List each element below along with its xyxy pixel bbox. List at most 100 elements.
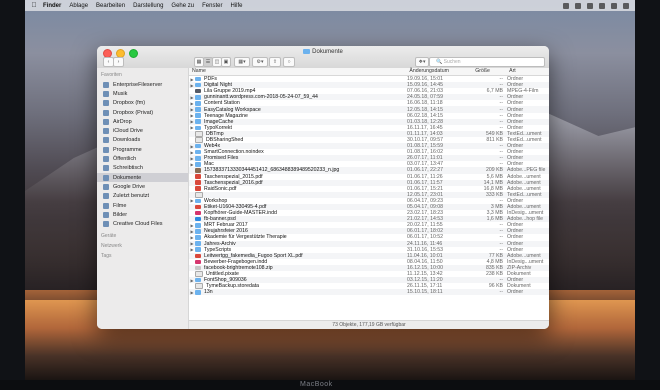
file-date: 06.04.17, 09:23 — [407, 197, 444, 204]
file-size: -- — [499, 222, 503, 229]
sidebar-item[interactable]: Programme — [97, 145, 188, 154]
file-date: 26.07.17, 11:01 — [407, 155, 443, 162]
arrange-button[interactable]: ▦▾ — [234, 57, 250, 67]
sidebar-item[interactable]: iCloud Drive — [97, 126, 188, 135]
finder-window: Dokumente ‹ › ▦ ☰ ◫ ▣ ▦▾ ⚙▾ ⇧ ○ ❖▾ 🔍 Suc… — [97, 46, 549, 329]
tags-button[interactable]: ○ — [283, 57, 295, 67]
file-size: 4,8 MB — [486, 258, 503, 265]
sidebar-item-label: Bilder — [113, 211, 128, 218]
file-kind: Ordner — [507, 94, 524, 101]
file-size: 549 KB — [485, 130, 503, 137]
notification-center-icon[interactable] — [623, 2, 629, 9]
menu-hilfe[interactable]: Hilfe — [230, 3, 242, 9]
sidebar-item[interactable]: Google Drive — [97, 182, 188, 191]
file-kind: Ordner — [507, 82, 524, 89]
spotlight-icon[interactable] — [611, 2, 617, 9]
sidebar-item[interactable]: Dropbox (Privat) — [97, 108, 188, 117]
file-kind: Ordner — [507, 289, 524, 296]
file-name: ImageCache — [204, 118, 234, 125]
file-date: 23.02.17, 18:23 — [407, 210, 444, 217]
sidebar-item[interactable]: Creative Cloud Files — [97, 219, 188, 228]
file-kind: Ordner — [507, 240, 524, 247]
file-date: 19.09.16, 15:01 — [407, 76, 444, 83]
sidebar-item[interactable]: Downloads — [97, 136, 188, 145]
file-rows: ▶ PDFs 19.09.16, 15:01 -- Ordner ▶ Digital Nig… — [189, 76, 549, 296]
sidebar-item[interactable]: Musik — [97, 89, 188, 98]
file-name: Taschenspezial_2016.pdf — [204, 179, 263, 186]
share-button[interactable]: ⇧ — [269, 57, 281, 67]
file-name: Lila Gruppe 2019.mp4 — [204, 88, 256, 95]
file-kind: Ordner — [507, 124, 524, 131]
file-date: 12.05.18, 14:15 — [407, 106, 444, 113]
sidebar-item-label: Zuletzt benutzt — [113, 193, 150, 200]
file-kind: Ordner — [507, 112, 524, 119]
server-icon — [103, 81, 109, 88]
sidebar-item[interactable]: AirDrop — [97, 117, 188, 126]
file-name: 13n — [204, 289, 213, 296]
file-name-cell: ▶ Promised Files — [189, 155, 407, 161]
file-name: MRT Februar 2017 — [204, 222, 248, 229]
sidebar-item[interactable]: Filme — [97, 201, 188, 210]
pdf-icon — [195, 204, 201, 210]
volume-icon[interactable] — [587, 2, 593, 9]
file-name-cell: ▶ Mac — [189, 161, 407, 167]
folder-icon — [195, 101, 201, 106]
file-size: -- — [499, 155, 503, 162]
file-kind: Ordner — [507, 277, 524, 284]
status-bar: 73 Objekte, 177,19 GB verfügbar — [189, 320, 549, 329]
dropbox-status-icon[interactable] — [563, 2, 569, 9]
column-header-kind[interactable]: Art — [506, 68, 549, 75]
file-date: 16.11.17, 16:45 — [407, 124, 443, 131]
file-name: PDFs — [204, 76, 217, 83]
menu-finder[interactable]: Finder — [43, 3, 61, 9]
sidebar-item-label: Dropbox (Privat) — [113, 109, 154, 116]
psd-icon — [195, 216, 201, 222]
file-kind: MPEG-4-Film — [507, 88, 539, 95]
column-header-size[interactable]: Größe — [472, 68, 506, 75]
file-name-cell: ▶ Workshop — [189, 198, 407, 204]
file-date: 03.12.15, 11:20 — [407, 277, 443, 284]
column-header-name[interactable]: Name — [189, 68, 406, 75]
file-name: DBSharingShed — [206, 136, 244, 143]
apple-menu-icon[interactable]:  — [25, 2, 43, 9]
file-kind: Adobe...ument — [507, 179, 541, 186]
menu-ablage[interactable]: Ablage — [69, 3, 88, 9]
sidebar-item[interactable]: Dropbox (fm) — [97, 99, 188, 108]
sidebar-item[interactable]: Bilder — [97, 210, 188, 219]
file-size: 238 KB — [485, 271, 503, 278]
search-field[interactable]: 🔍 Suchen — [429, 57, 545, 67]
music-icon — [103, 90, 109, 97]
sidebar-item[interactable]: Zuletzt benutzt — [97, 192, 188, 201]
file-kind: TextEd...ument — [507, 130, 542, 137]
battery-icon[interactable] — [599, 2, 605, 9]
sidebar-item-label: AirDrop — [113, 118, 132, 125]
view-gallery-button[interactable]: ▣ — [221, 57, 231, 67]
menu-gehe-zu[interactable]: Gehe zu — [171, 3, 194, 9]
file-row[interactable]: ▶ 13n 15.10.15, 18:11 -- Ordner — [189, 289, 549, 296]
file-size: -- — [499, 106, 503, 113]
file-name-cell: ▶ Content Station — [189, 100, 407, 106]
file-name-cell: ▶ Digital Night — [189, 82, 407, 88]
action-gear-button[interactable]: ⚙▾ — [252, 57, 268, 67]
wifi-icon[interactable] — [575, 2, 581, 9]
sidebar-item[interactable]: Schreibtisch — [97, 164, 188, 173]
sidebar-item[interactable]: Öffentlich — [97, 154, 188, 163]
column-header-date[interactable]: Änderungsdatum — [406, 68, 472, 75]
sidebar-item[interactable]: Dokumente — [97, 172, 188, 183]
menu-bearbeiten[interactable]: Bearbeiten — [96, 3, 125, 9]
menu-fenster[interactable]: Fenster — [202, 3, 222, 9]
sidebar-item-label: Creative Cloud Files — [113, 221, 163, 228]
dropbox-toolbar-button[interactable]: ❖▾ — [415, 57, 429, 67]
file-kind: Ordner — [507, 246, 524, 253]
forward-button[interactable]: › — [113, 57, 124, 67]
folder-icon — [195, 107, 201, 112]
menu-darstellung[interactable]: Darstellung — [133, 3, 163, 9]
file-date: 01.06.17, 11:57 — [407, 179, 443, 186]
file-size: -- — [499, 112, 503, 119]
file-list: Name Änderungsdatum Größe Art ▶ PDFs 19.09… — [189, 68, 549, 319]
file-date: 16.06.18, 11:18 — [407, 100, 443, 107]
title-bar: Dokumente ‹ › ▦ ☰ ◫ ▣ ▦▾ ⚙▾ ⇧ ○ ❖▾ 🔍 Suc… — [97, 46, 549, 69]
file-size: -- — [499, 76, 503, 83]
file-name-cell: Kopfhörer-Guide-MASTER.indd — [189, 210, 407, 216]
sidebar-item[interactable]: EnterpriseFileserver — [97, 80, 188, 89]
